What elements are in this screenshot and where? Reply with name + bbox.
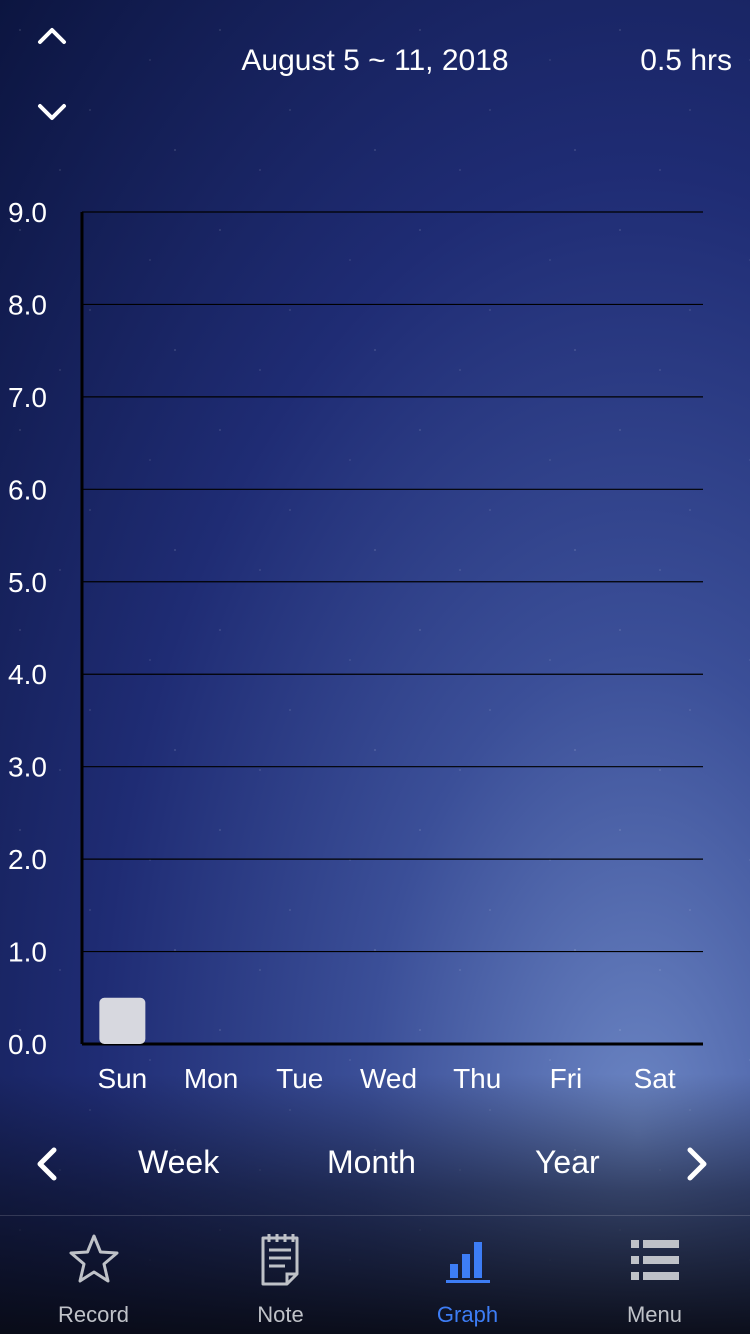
bottom-tab-bar: Record Note Graph Menu xyxy=(0,1215,750,1334)
tab-year[interactable]: Year xyxy=(535,1144,600,1181)
tabbar-item-note[interactable]: Note xyxy=(187,1216,374,1334)
tab-month[interactable]: Month xyxy=(327,1144,416,1181)
y-tick-label: 7.0 xyxy=(8,382,47,413)
y-tick-label: 0.0 xyxy=(8,1029,47,1060)
bar-sun xyxy=(99,997,146,1044)
y-tick-label: 4.0 xyxy=(8,659,47,690)
tabbar-label-record: Record xyxy=(58,1302,129,1327)
y-tick-label: 6.0 xyxy=(8,474,47,505)
x-tick-label: Wed xyxy=(360,1063,417,1094)
y-tick-label: 5.0 xyxy=(8,567,47,598)
tabbar-label-menu: Menu xyxy=(626,1302,683,1327)
y-tick-label: 3.0 xyxy=(8,752,47,783)
y-tick-label: 2.0 xyxy=(8,844,47,875)
tabbar-item-graph[interactable]: Graph xyxy=(374,1216,561,1334)
x-tick-label: Tue xyxy=(276,1063,323,1094)
weekly-bar-chart: 0.0 1.0 2.0 3.0 4.0 5.0 6.0 7.0 8.0 9.0 Sun Mon Tue W… xyxy=(0,190,750,1110)
period-selector: Week Month Year xyxy=(0,1140,750,1190)
y-tick-label: 1.0 xyxy=(8,937,47,968)
x-tick-label: Mon xyxy=(184,1063,238,1094)
chevron-left-icon[interactable] xyxy=(28,1142,68,1186)
chevron-down-icon[interactable] xyxy=(36,100,68,124)
chevron-right-icon[interactable] xyxy=(676,1142,716,1186)
tabbar-label-graph: Graph xyxy=(436,1302,499,1327)
total-hours-label: 0.5 hrs xyxy=(640,44,732,77)
chevron-up-icon[interactable] xyxy=(36,24,68,48)
x-tick-label: Thu xyxy=(453,1063,501,1094)
star-icon xyxy=(69,1234,118,1283)
tabbar-item-menu[interactable]: Menu xyxy=(561,1216,748,1334)
tabbar-label-note: Note xyxy=(257,1302,304,1327)
y-tick-label: 8.0 xyxy=(8,289,47,320)
date-range-label: August 5 ~ 11, 2018 xyxy=(241,44,509,77)
tabbar-item-record[interactable]: Record xyxy=(0,1216,187,1334)
note-icon xyxy=(261,1234,298,1286)
x-tick-label: Fri xyxy=(550,1063,583,1094)
menu-icon xyxy=(630,1240,679,1280)
x-tick-label: Sat xyxy=(634,1063,676,1094)
bar-chart-icon xyxy=(445,1242,490,1283)
tab-week[interactable]: Week xyxy=(138,1144,219,1181)
x-tick-label: Sun xyxy=(97,1063,147,1094)
y-tick-label: 9.0 xyxy=(8,197,47,228)
chart-canvas: 0.0 1.0 2.0 3.0 4.0 5.0 6.0 7.0 8.0 9.0 Sun Mon Tue W… xyxy=(8,197,703,1094)
